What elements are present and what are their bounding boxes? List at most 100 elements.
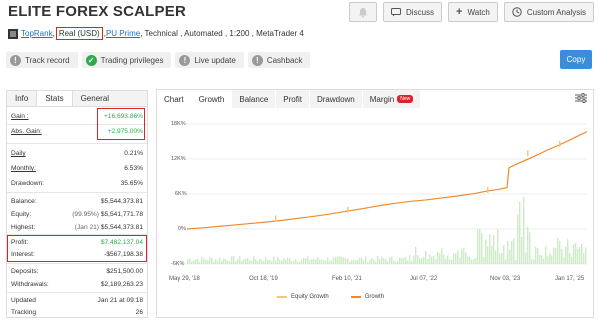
volume-bar [557, 237, 559, 264]
volume-bar [225, 259, 227, 264]
badge-track-record[interactable]: ! Track record [6, 52, 78, 68]
volume-bar [495, 250, 497, 264]
volume-bar [271, 261, 273, 264]
volume-bar [515, 260, 517, 264]
volume-bar [545, 246, 547, 264]
tab-balance[interactable]: Balance [232, 90, 277, 108]
volume-bar [207, 260, 209, 264]
stat-balance: Balance: $5,544,373.81 [11, 196, 143, 207]
tab-general[interactable]: General [73, 91, 117, 106]
broker-link[interactable]: PU Prime [106, 29, 140, 38]
stat-label: Daily [11, 150, 26, 157]
info-icon: ! [10, 54, 21, 66]
volume-bar [489, 234, 491, 264]
volume-bar [573, 244, 575, 264]
volume-bar [263, 261, 265, 264]
volume-bar [251, 260, 253, 264]
volume-bar [327, 257, 329, 264]
volume-bar [345, 258, 347, 264]
discuss-button[interactable]: Discuss [383, 2, 443, 22]
stat-value: 35.65% [120, 180, 143, 187]
clock-icon [512, 7, 522, 17]
volume-bar [241, 260, 243, 264]
volume-bar [293, 260, 295, 264]
volume-bar [407, 260, 409, 264]
y-tick-label: 18K% [171, 121, 186, 127]
volume-bar [313, 259, 315, 264]
legend-item-growth[interactable]: Growth [350, 294, 385, 300]
chart-panel: Chart Growth Balance Profit Drawdown Mar… [156, 89, 594, 318]
volume-bar [253, 256, 255, 264]
chart-settings-button[interactable] [575, 93, 587, 105]
x-tick-label: Feb 10, '21 [332, 276, 362, 282]
volume-bar [583, 253, 585, 264]
stat-drawdown: Drawdown: 35.65% [11, 178, 143, 189]
account-details: , Technical , Automated , 1:200 , MetaTr… [140, 29, 304, 38]
badge-label: Cashback [266, 55, 303, 65]
legend-item-equity[interactable]: Equity Growth [277, 294, 329, 300]
volume-bar [553, 247, 555, 264]
volume-bar [461, 248, 463, 264]
volume-bar [483, 257, 485, 264]
tab-info[interactable]: Info [7, 91, 36, 106]
tab-chart[interactable]: Chart [157, 90, 192, 108]
badge-cashback[interactable]: ! Cashback [247, 52, 311, 68]
notify-button[interactable] [349, 2, 378, 22]
stat-sub: (99.95%) [72, 211, 99, 218]
custom-analysis-button[interactable]: Custom Analysis [503, 2, 594, 22]
volume-bar [453, 253, 455, 264]
growth-line [186, 131, 588, 230]
highlight-box [7, 235, 147, 262]
badge-live-update[interactable]: ! Live update [175, 52, 244, 68]
volume-bar [305, 258, 307, 264]
volume-bar [551, 255, 553, 264]
volume-bar [229, 261, 231, 264]
volume-bar [267, 259, 269, 264]
volume-bar [219, 257, 221, 264]
volume-bar [505, 259, 507, 264]
volume-bar [427, 259, 429, 264]
volume-bar [503, 244, 505, 264]
stat-value: $2,189,263.23 [100, 281, 143, 288]
volume-bar [365, 256, 367, 264]
volume-bar [567, 239, 569, 264]
volume-bar [517, 214, 519, 264]
stat-label: Gain : [11, 113, 29, 120]
volume-bar [227, 260, 229, 264]
badges-row: ! Track record ✓ Trading privileges ! Li… [6, 52, 311, 68]
volume-bar [213, 261, 215, 264]
volume-bar [405, 256, 407, 264]
page-title: ELITE FOREX SCALPER [8, 3, 186, 20]
badge-trading-privileges[interactable]: ✓ Trading privileges [81, 52, 172, 68]
watch-button[interactable]: + Watch [448, 2, 498, 22]
volume-bar [563, 257, 565, 264]
volume-bar [363, 260, 365, 264]
tab-margin[interactable]: Margin New [362, 90, 422, 108]
stat-label: Drawdown: [11, 180, 44, 187]
legend-label: Growth [364, 294, 385, 300]
custom-analysis-label: Custom Analysis [526, 7, 586, 17]
equity-growth-mark [347, 206, 349, 213]
discuss-label: Discuss [406, 7, 435, 17]
volume-bar [371, 258, 373, 264]
volume-bar [335, 256, 337, 264]
volume-bar [257, 260, 259, 264]
tab-stats[interactable]: Stats [36, 91, 73, 106]
volume-bar [205, 259, 207, 264]
stat-sub: (Jan 21) [74, 224, 99, 231]
volume-bar [347, 258, 349, 264]
user-link[interactable]: TopRank [21, 29, 53, 38]
volume-bar [349, 261, 351, 264]
volume-bar [457, 250, 459, 264]
tab-profit[interactable]: Profit [276, 90, 310, 108]
volume-bar [321, 259, 323, 264]
tab-drawdown[interactable]: Drawdown [309, 90, 363, 108]
volume-bar [569, 253, 571, 264]
volume-bar [493, 235, 495, 264]
volume-bar [287, 257, 289, 264]
copy-button[interactable]: Copy [560, 50, 592, 69]
volume-bar [369, 259, 371, 264]
tab-growth[interactable]: Growth [191, 90, 233, 108]
volume-bar [201, 256, 203, 264]
stat-monthly: Monthly: 6.53% [11, 163, 143, 174]
